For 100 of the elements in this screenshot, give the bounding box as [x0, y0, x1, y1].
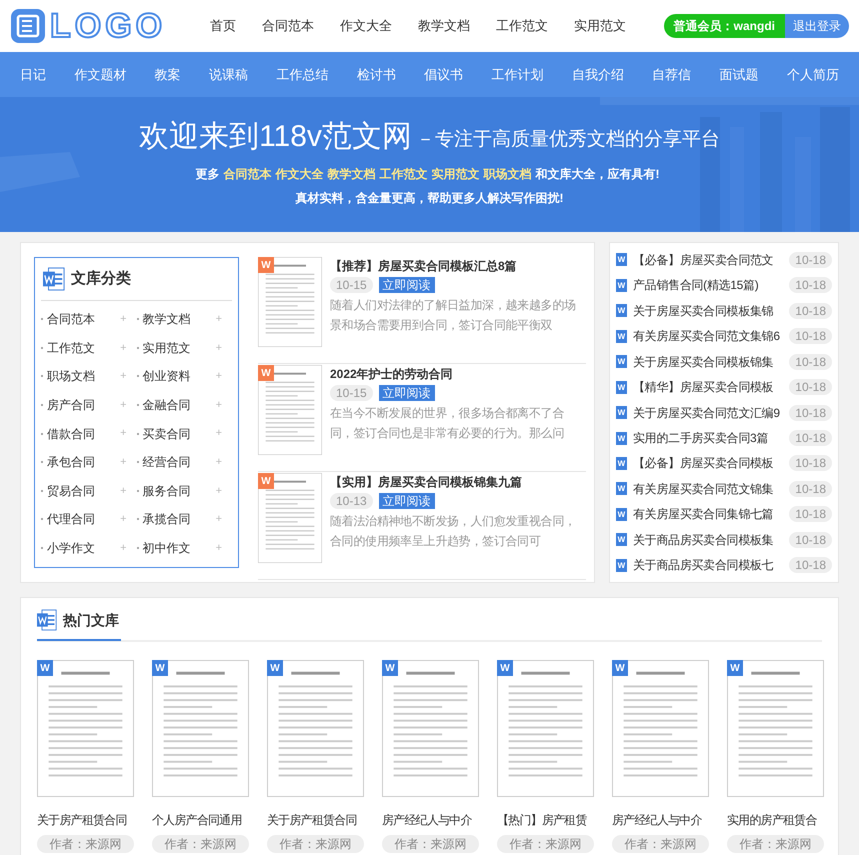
hero-title: 欢迎来到118v范文网 [139, 119, 412, 155]
date-pill: 10-18 [789, 252, 832, 268]
word-badge: W [258, 257, 274, 273]
read-button[interactable]: 立即阅读 [378, 277, 435, 293]
section-title: 热门文库 [63, 610, 119, 630]
word-file-icon: W [616, 330, 627, 343]
expand-icon: + [216, 311, 222, 328]
hero-slogan: 真材实料，含金量更高，帮助更多人解决写作困扰! [296, 190, 564, 207]
category-link[interactable]: 承揽合同 [142, 510, 190, 528]
category-link[interactable]: 工作范文 [47, 338, 95, 357]
word-badge: W [258, 365, 274, 381]
date-pill: 10-18 [789, 480, 832, 497]
date-pill: 10-13 [330, 493, 373, 509]
read-button[interactable]: 立即阅读 [378, 493, 435, 509]
word-badge: W [258, 473, 274, 489]
category-link[interactable]: 贸易合同 [47, 482, 95, 500]
expand-icon: + [216, 425, 222, 442]
category-link[interactable]: 创业资料 [142, 367, 190, 386]
category-link[interactable]: 初中作文 [142, 539, 190, 558]
date-pill: 10-18 [789, 379, 832, 396]
article-excerpt: 在当今不断发展的世界，很多场合都离不了合同，签订合同也是非常有必要的行为。那么问 [330, 405, 566, 442]
nav-link[interactable]: 教学文档 [418, 16, 470, 36]
word-badge: W [497, 660, 513, 676]
date-pill: 10-18 [789, 557, 832, 574]
expand-icon: + [216, 540, 222, 556]
category-link[interactable]: 合同范本 [47, 310, 95, 328]
document-title[interactable]: 关于房产租赁合同 [267, 811, 364, 829]
category-link[interactable]: 房产合同 [47, 396, 95, 414]
article-title[interactable]: 2022年护士的劳动合同 [330, 365, 586, 383]
word-badge: W [727, 660, 743, 676]
logo-icon [10, 8, 46, 44]
document-title[interactable]: 【热门】房产租赁 [497, 811, 594, 829]
document-title[interactable]: 实用的房产租赁合 [727, 811, 824, 829]
category-link[interactable]: 代理合同 [47, 510, 95, 528]
nav-link[interactable]: 作文大全 [340, 16, 392, 36]
expand-icon: + [216, 368, 222, 385]
expand-icon: + [216, 340, 222, 356]
article-link[interactable]: 关于房屋买卖合同模板锦集 [632, 352, 774, 371]
expand-icon: + [120, 311, 126, 328]
word-file-icon: W [616, 380, 627, 394]
document-title[interactable]: 房产经纪人与中介 [612, 811, 709, 829]
nav-link[interactable]: 工作范文 [496, 16, 548, 36]
nav-link[interactable]: 首页 [210, 16, 236, 36]
expand-icon: + [216, 482, 222, 500]
category-link[interactable]: 买卖合同 [142, 424, 190, 443]
document-title[interactable]: 房产经纪人与中介 [382, 811, 479, 829]
read-button[interactable]: 立即阅读 [378, 385, 435, 401]
date-pill: 10-18 [789, 328, 832, 344]
nav-link[interactable]: 合同范本 [262, 16, 314, 36]
article-link[interactable]: 实用的二手房买卖合同3篇 [632, 429, 768, 448]
article-title[interactable]: 【推荐】房屋买卖合同模板汇总8篇 [330, 257, 586, 275]
article-link[interactable]: 【必备】房屋买卖合同范文 [632, 250, 774, 269]
date-pill: 10-18 [789, 277, 832, 294]
category-link[interactable]: 服务合同 [142, 482, 190, 500]
expand-icon: + [120, 540, 126, 556]
article-link[interactable]: 关于商品房买卖合同模板集 [632, 530, 774, 549]
date-pill: 10-18 [789, 354, 832, 370]
article-excerpt: 随着法治精神地不断发扬，人们愈发重视合同，合同的使用频率呈上升趋势，签订合同可 [330, 513, 577, 550]
document-title[interactable]: 关于房产租赁合同 [37, 811, 134, 829]
hero-subtitle: －专注于高质量优秀文档的分享平台 [416, 128, 720, 152]
article-link[interactable]: 产品销售合同(精选15篇) [632, 276, 758, 294]
word-badge: W [37, 660, 53, 676]
category-link[interactable]: 金融合同 [142, 396, 190, 414]
expand-icon: + [120, 454, 126, 471]
article-link[interactable]: 【精华】房屋买卖合同模板 [632, 378, 774, 396]
article-link[interactable]: 有关房屋买卖合同集锦七篇 [632, 505, 774, 524]
word-badge: W [612, 660, 628, 676]
expand-icon: + [120, 425, 126, 442]
article-link[interactable]: 【必备】房屋买卖合同模板 [632, 454, 774, 472]
date-pill: 10-18 [789, 532, 832, 548]
word-file-icon: W [616, 355, 627, 368]
expand-icon: + [120, 396, 126, 414]
author-pill: 作者：来源网 [497, 835, 594, 853]
author-pill: 作者：来源网 [727, 835, 824, 853]
author-pill: 作者：来源网 [37, 835, 134, 853]
author-pill: 作者：来源网 [612, 835, 709, 853]
date-pill: 10-18 [789, 506, 832, 522]
category-link[interactable]: 承包合同 [47, 453, 95, 472]
expand-icon: + [120, 368, 126, 385]
nav-link[interactable]: 实用范文 [574, 16, 626, 36]
category-link[interactable]: 借款合同 [47, 424, 95, 443]
hero-tagline: 更多 合同范本 作文大全 教学文档 工作范文 实用范文 职场文档 和文库大全，应有具有! [196, 166, 660, 183]
article-link[interactable]: 有关房屋买卖合同范文集锦6 [632, 327, 780, 346]
category-link[interactable]: 小学作文 [47, 539, 95, 558]
expand-icon: + [120, 340, 126, 356]
word-file-icon: W [616, 482, 627, 496]
word-file-icon: W [616, 533, 627, 546]
category-link[interactable]: 职场文档 [47, 367, 95, 386]
article-link[interactable]: 关于房屋买卖合同模板集锦 [632, 302, 774, 320]
article-link[interactable]: 有关房屋买卖合同范文锦集 [632, 480, 774, 498]
article-link[interactable]: 关于房屋买卖合同范文汇编9 [632, 404, 780, 422]
document-title[interactable]: 个人房产合同通用 [152, 811, 249, 829]
article-excerpt: 随着人们对法律的了解日益加深，越来越多的场景和场合需要用到合同，签订合同能平衡双 [330, 297, 577, 334]
word-badge: W [152, 660, 168, 676]
category-link[interactable]: 实用范文 [142, 338, 190, 357]
article-link[interactable]: 关于商品房买卖合同模板七 [632, 556, 774, 574]
date-pill: 10-18 [789, 404, 832, 421]
article-title[interactable]: 【实用】房屋买卖合同模板锦集九篇 [330, 473, 586, 491]
category-link[interactable]: 教学文档 [142, 310, 190, 328]
category-link[interactable]: 经营合同 [142, 453, 190, 472]
